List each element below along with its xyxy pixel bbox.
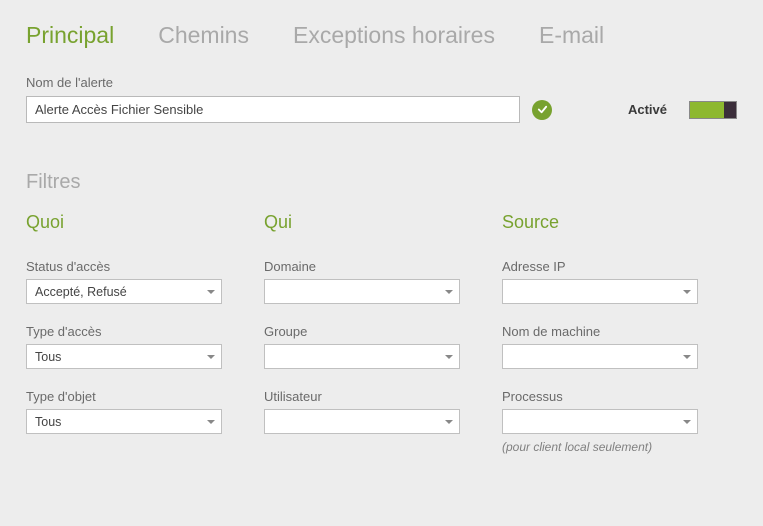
- col-qui: Qui Domaine Groupe Utilisateur: [264, 212, 464, 458]
- chevron-down-icon: [207, 420, 215, 424]
- machine-select[interactable]: [502, 344, 698, 369]
- chevron-down-icon: [207, 290, 215, 294]
- object-type-value: Tous: [35, 415, 61, 429]
- check-icon: [532, 100, 552, 120]
- qui-title: Qui: [264, 212, 464, 233]
- chevron-down-icon: [445, 290, 453, 294]
- quoi-title: Quoi: [26, 212, 226, 233]
- col-quoi: Quoi Status d'accès Accepté, Refusé Type…: [26, 212, 226, 458]
- access-type-value: Tous: [35, 350, 61, 364]
- chevron-down-icon: [445, 355, 453, 359]
- machine-label: Nom de machine: [502, 324, 702, 339]
- chevron-down-icon: [683, 355, 691, 359]
- tab-principal[interactable]: Principal: [26, 22, 114, 49]
- source-title: Source: [502, 212, 702, 233]
- chevron-down-icon: [207, 355, 215, 359]
- access-type-label: Type d'accès: [26, 324, 226, 339]
- user-label: Utilisateur: [264, 389, 464, 404]
- process-select[interactable]: [502, 409, 698, 434]
- group-label: Groupe: [264, 324, 464, 339]
- status-access-value: Accepté, Refusé: [35, 285, 127, 299]
- col-source: Source Adresse IP Nom de machine Process…: [502, 212, 702, 458]
- tab-chemins[interactable]: Chemins: [158, 22, 249, 49]
- group-select[interactable]: [264, 344, 460, 369]
- object-type-select[interactable]: Tous: [26, 409, 222, 434]
- process-hint: (pour client local seulement): [502, 440, 702, 454]
- alert-name-input[interactable]: [26, 96, 520, 123]
- ip-select[interactable]: [502, 279, 698, 304]
- chevron-down-icon: [683, 290, 691, 294]
- domain-select[interactable]: [264, 279, 460, 304]
- object-type-label: Type d'objet: [26, 389, 226, 404]
- user-select[interactable]: [264, 409, 460, 434]
- process-label: Processus: [502, 389, 702, 404]
- chevron-down-icon: [683, 420, 691, 424]
- activated-label: Activé: [628, 102, 667, 117]
- ip-label: Adresse IP: [502, 259, 702, 274]
- status-access-select[interactable]: Accepté, Refusé: [26, 279, 222, 304]
- tab-email[interactable]: E-mail: [539, 22, 604, 49]
- status-access-label: Status d'accès: [26, 259, 226, 274]
- tabs: Principal Chemins Exceptions horaires E-…: [0, 0, 763, 59]
- filters-title: Filtres: [26, 171, 737, 194]
- alert-name-label: Nom de l'alerte: [26, 75, 737, 90]
- domain-label: Domaine: [264, 259, 464, 274]
- tab-exceptions[interactable]: Exceptions horaires: [293, 22, 495, 49]
- access-type-select[interactable]: Tous: [26, 344, 222, 369]
- chevron-down-icon: [445, 420, 453, 424]
- activated-toggle[interactable]: [689, 101, 737, 119]
